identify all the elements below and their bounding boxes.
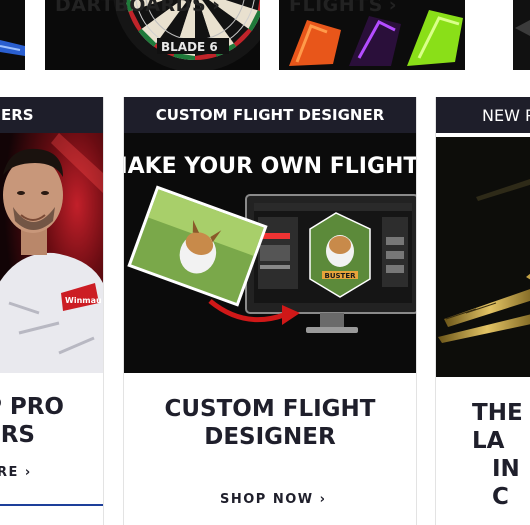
darts-product-image	[436, 137, 530, 377]
flights-card[interactable]: FLIGHTS ›	[279, 0, 465, 70]
dart-image	[0, 0, 25, 70]
players-shop-link[interactable]: RE ›	[0, 465, 32, 480]
custom-flight-banner: MAKE YOUR OWN FLIGHTS BUSTER	[124, 133, 416, 373]
custom-flight-designer-panel[interactable]: CUSTOM FLIGHT DESIGNER MAKE YOUR OWN FLI…	[123, 97, 417, 525]
players-panel[interactable]: ERS Winmau P PRO ERS RE ›	[0, 97, 104, 525]
dartboards-label: DARTBOARDS ›	[55, 0, 220, 16]
custom-shop-now-link[interactable]: SHOP NOW ›	[220, 492, 327, 507]
player-photo: Winmau	[0, 133, 103, 373]
new-panel-header: NEW P	[436, 97, 530, 133]
flights-label: FLIGHTS ›	[289, 0, 397, 16]
top-card-partial-left[interactable]	[0, 0, 25, 70]
chevron-right-icon: ›	[212, 0, 221, 16]
chevron-right-icon: ›	[388, 0, 398, 16]
new-products-panel[interactable]: NEW P THE LA IN C	[435, 97, 530, 525]
chevron-right-icon: ›	[24, 465, 32, 480]
custom-panel-header: CUSTOM FLIGHT DESIGNER	[124, 97, 416, 133]
chevron-right-icon: ›	[319, 492, 327, 507]
custom-title: CUSTOM FLIGHT DESIGNER	[164, 396, 376, 450]
top-card-partial-right[interactable]	[513, 0, 530, 70]
dartboards-card[interactable]: BLADE 6 DARTBOARDS ›	[45, 0, 260, 70]
flight-name: BUSTER	[324, 272, 356, 280]
accessory-image	[513, 0, 530, 70]
banner-title: MAKE YOUR OWN FLIGHTS	[124, 154, 416, 179]
players-panel-header: ERS	[0, 97, 103, 133]
new-title: THE LA IN C	[472, 400, 523, 510]
shirt-brand: Winmau	[65, 296, 102, 305]
active-underline	[0, 504, 103, 506]
players-title: P PRO ERS	[0, 394, 64, 448]
board-brand: BLADE 6	[161, 40, 218, 54]
